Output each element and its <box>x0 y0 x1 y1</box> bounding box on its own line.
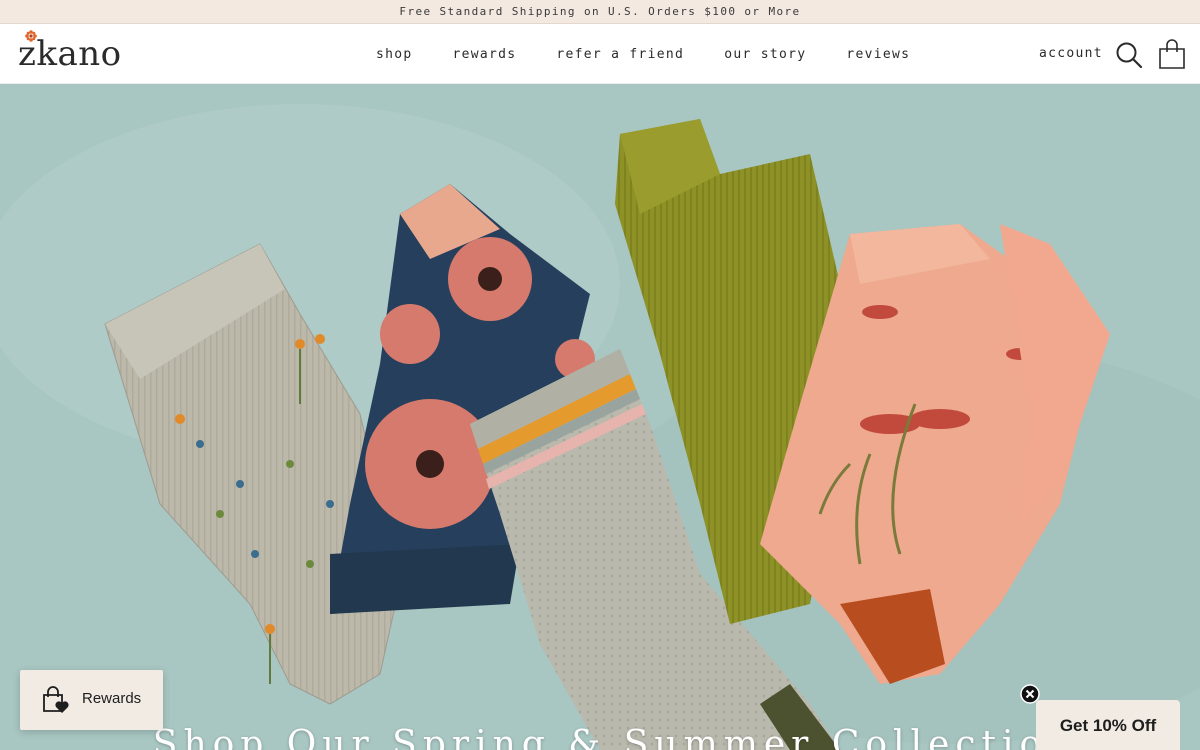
rewards-launcher-button[interactable]: Rewards <box>20 670 163 730</box>
main-nav: shop rewards refer a friend our story re… <box>356 24 930 84</box>
logo-flower-icon <box>25 30 37 42</box>
rewards-label: Rewards <box>82 690 142 707</box>
shopping-bag-heart-icon <box>43 686 69 713</box>
logo[interactable]: zkano <box>18 30 136 74</box>
hero-heading: Shop Our Spring & Summer Collectio <box>152 724 1048 750</box>
account-link[interactable]: account <box>1039 46 1103 61</box>
hero-banner[interactable] <box>0 84 1200 750</box>
nav-item-refer-a-friend[interactable]: refer a friend <box>536 47 704 62</box>
announcement-text: Free Standard Shipping on U.S. Orders $1… <box>399 5 801 18</box>
nav-item-reviews[interactable]: reviews <box>826 47 930 62</box>
discount-offer-button[interactable]: Get 10% Off <box>1036 700 1180 750</box>
nav-item-rewards[interactable]: rewards <box>433 47 537 62</box>
nav-item-shop[interactable]: shop <box>356 47 433 62</box>
hero-socks-image <box>0 84 1200 750</box>
nav-item-our-story[interactable]: our story <box>704 47 826 62</box>
search-icon[interactable] <box>1115 41 1143 69</box>
close-icon[interactable] <box>1020 684 1040 704</box>
cart-icon[interactable] <box>1158 38 1186 70</box>
site-header: zkano shop rewards refer a friend our st… <box>0 24 1200 84</box>
announcement-bar: Free Standard Shipping on U.S. Orders $1… <box>0 0 1200 24</box>
